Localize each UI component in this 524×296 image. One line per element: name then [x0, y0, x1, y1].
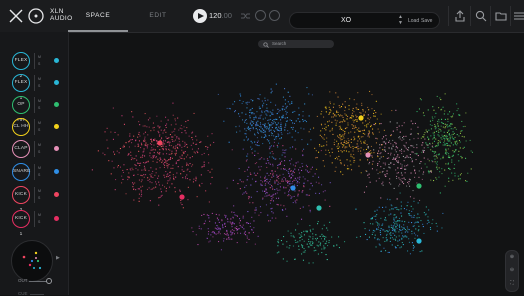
play-button[interactable]: [193, 9, 207, 23]
search-icon[interactable]: [474, 9, 488, 23]
pad-row[interactable]: SNARE M S: [0, 163, 68, 181]
xln-logo: XLN AUDIO: [8, 7, 72, 25]
pad-row[interactable]: CLAP M S: [0, 140, 68, 158]
solo-button[interactable]: S: [38, 106, 40, 110]
mute-button[interactable]: M: [38, 166, 41, 170]
mute-button[interactable]: M: [38, 77, 41, 81]
pad-button[interactable]: KICK 1: [12, 210, 30, 237]
pad-level-meter: [34, 119, 35, 135]
snare-marker[interactable]: [290, 185, 296, 191]
pad-level-meter: [34, 75, 35, 91]
solo-button[interactable]: S: [38, 62, 40, 66]
pad-level-meter: [34, 53, 35, 69]
pad-row[interactable]: CL HH M S: [0, 118, 68, 136]
clap-marker[interactable]: [365, 152, 371, 158]
tempo-value: 120: [209, 11, 222, 20]
cue-label: CUE: [18, 291, 28, 296]
load-button[interactable]: Load: [408, 18, 419, 24]
pad-button[interactable]: FLEX 2: [12, 52, 30, 79]
minimap-expand-icon[interactable]: ▶: [56, 255, 60, 261]
mute-button[interactable]: M: [38, 213, 41, 217]
solo-button[interactable]: S: [38, 128, 40, 132]
pad-level-meter: [34, 211, 35, 227]
op-hh-marker[interactable]: [416, 183, 422, 189]
solo-button[interactable]: S: [38, 220, 40, 224]
divider: [490, 6, 491, 26]
menu-icon[interactable]: [513, 9, 524, 23]
solo-button[interactable]: S: [38, 84, 40, 88]
shuffle-icon[interactable]: [240, 11, 251, 21]
divider: [470, 6, 471, 26]
save-button[interactable]: Save: [421, 18, 432, 24]
pad-color-indicator: [54, 102, 59, 107]
export-icon[interactable]: [453, 9, 467, 23]
solo-button[interactable]: S: [38, 196, 40, 200]
top-bar: XLN AUDIO SPACE EDIT 120.00 XO ▲ ▼ Load S…: [0, 0, 524, 33]
pad-row[interactable]: OP HH M S: [0, 96, 68, 123]
solo-button[interactable]: S: [38, 173, 40, 177]
pad-color-indicator: [54, 192, 59, 197]
kick-1-marker[interactable]: [179, 194, 185, 200]
search-bar[interactable]: Search: [258, 40, 334, 48]
divider: [448, 6, 449, 26]
mute-button[interactable]: M: [38, 99, 41, 103]
mute-button[interactable]: M: [38, 121, 41, 125]
divider: [510, 6, 511, 26]
pad-button[interactable]: KICK 2: [12, 186, 30, 213]
xo-logo-icon: [9, 8, 44, 24]
pad-level-meter: [34, 141, 35, 157]
kit-selector[interactable]: XO ▲ ▼ Load Save: [289, 12, 440, 29]
flex-1-marker[interactable]: [316, 205, 322, 211]
solo-button[interactable]: S: [38, 150, 40, 154]
pad-button[interactable]: CLAP: [12, 140, 30, 158]
mute-button[interactable]: M: [38, 143, 41, 147]
kit-stepper-icon[interactable]: ▲ ▼: [398, 14, 403, 26]
pad-button[interactable]: FLEX 1: [12, 74, 30, 101]
sample-scatter[interactable]: [68, 32, 524, 295]
pad-level-meter: [34, 164, 35, 180]
tab-space[interactable]: SPACE: [68, 0, 128, 32]
zoom-in-icon[interactable]: ⊕: [506, 251, 518, 264]
pad-row[interactable]: FLEX 1MS: [0, 74, 68, 101]
loop-icon[interactable]: [269, 10, 280, 21]
zoom-controls: ⊕ ⊖ ⛶: [505, 250, 519, 292]
search-small-icon: [263, 41, 269, 48]
pad-color-indicator: [54, 169, 59, 174]
output-knob[interactable]: [46, 278, 52, 284]
out-label: OUT: [18, 278, 28, 283]
pad-button[interactable]: SNARE: [12, 163, 30, 181]
pad-row[interactable]: KICK 2 MS: [0, 186, 68, 213]
pad-button[interactable]: OP HH: [12, 96, 30, 123]
pad-color-indicator: [54, 80, 59, 85]
kit-name: XO: [340, 17, 352, 24]
tempo-display[interactable]: 120.00: [209, 11, 232, 20]
zoom-out-icon[interactable]: ⊖: [506, 264, 518, 277]
pad-row[interactable]: FLEX 2MS: [0, 52, 68, 79]
pad-level-meter: [34, 97, 35, 113]
folder-icon[interactable]: [494, 9, 508, 23]
pad-color-indicator: [54, 146, 59, 151]
output-slider-track[interactable]: [29, 281, 47, 282]
pad-sidebar: FLEX 2 M S FLEX 1 M S OP HH M S CL HH M S CLAP M S SNAR…: [0, 32, 69, 296]
pad-color-indicator: [54, 58, 59, 63]
tab-edit[interactable]: EDIT: [130, 0, 186, 32]
minimap-dots: [22, 251, 42, 270]
mute-button[interactable]: M: [38, 55, 41, 59]
mute-button[interactable]: M: [38, 189, 41, 193]
pad-level-meter: [34, 187, 35, 203]
pad-color-indicator: [54, 124, 59, 129]
pad-button[interactable]: CL HH: [12, 118, 30, 136]
pad-row[interactable]: KICK 1 MS: [0, 210, 68, 237]
metronome-icon[interactable]: [255, 10, 266, 21]
pad-color-indicator: [54, 216, 59, 221]
search-placeholder: Search: [272, 41, 287, 46]
tempo-decimal: .00: [221, 11, 232, 20]
fit-view-icon[interactable]: ⛶: [506, 277, 518, 290]
sample-space-map[interactable]: Search ⊕ ⊖ ⛶: [68, 32, 524, 295]
cl-hh-marker[interactable]: [358, 115, 364, 121]
flex-2-marker[interactable]: [416, 238, 422, 244]
minimap[interactable]: [11, 240, 53, 282]
kick-2-marker[interactable]: [157, 140, 163, 146]
